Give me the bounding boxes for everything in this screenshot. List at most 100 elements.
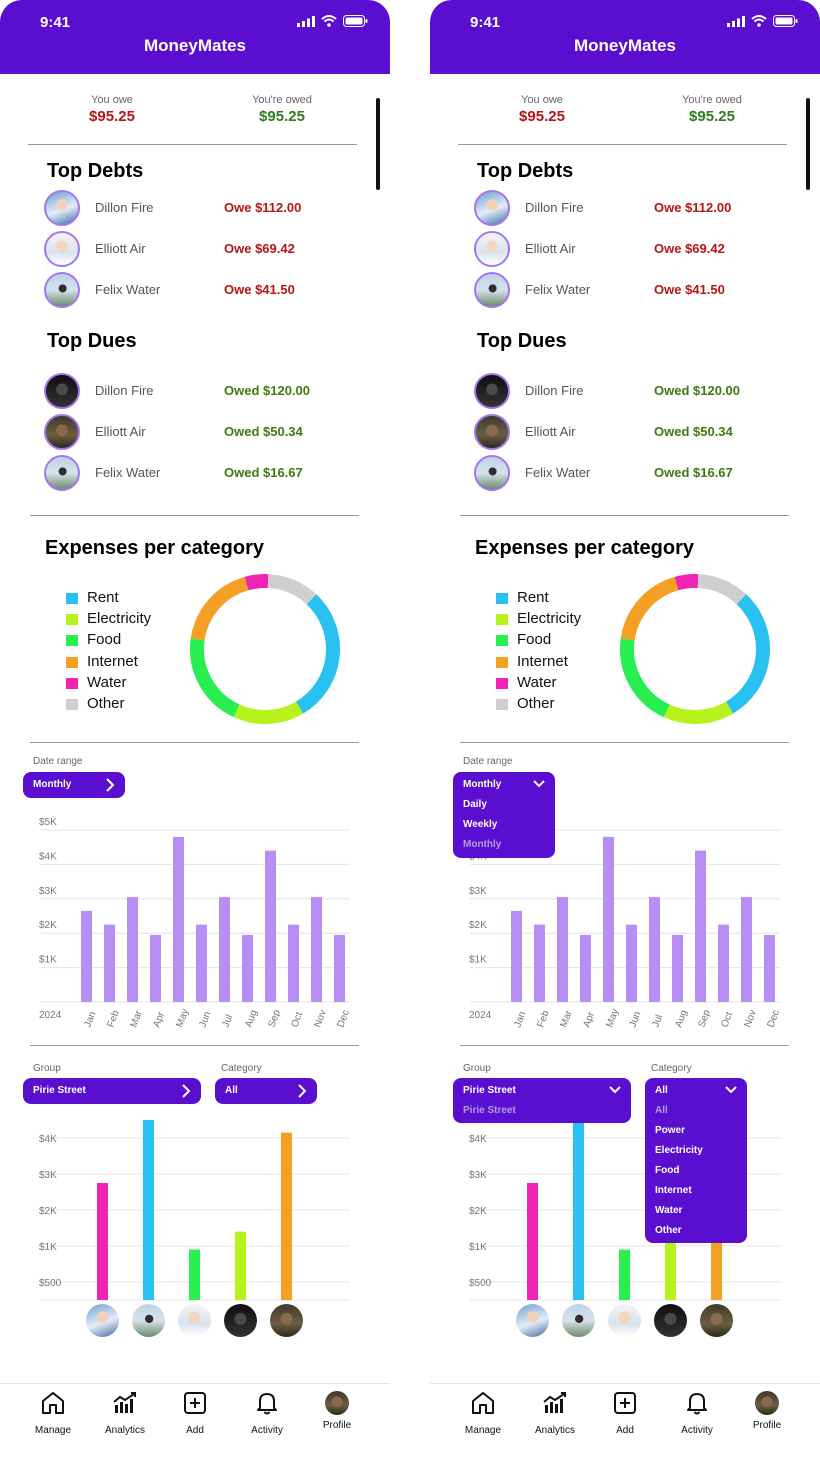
bar-apr <box>580 934 591 1002</box>
tab-manage[interactable]: Manage <box>448 1390 518 1436</box>
you-owe-value: $95.25 <box>519 108 565 125</box>
x-tick-label: Mar <box>128 1008 144 1029</box>
category-option[interactable]: Food <box>655 1165 679 1176</box>
due-row[interactable]: Dillon Fire Owed $120.00 <box>44 373 364 409</box>
bar-apr <box>150 934 161 1002</box>
group-value: Pirie Street <box>463 1085 516 1096</box>
bar-may <box>603 836 614 1002</box>
due-row[interactable]: Elliott Air Owed $50.34 <box>474 414 794 450</box>
wifi-icon <box>321 15 337 27</box>
status-icons <box>727 15 798 27</box>
app-title: MoneyMates <box>143 36 247 55</box>
category-label: Category <box>221 1063 262 1074</box>
debt-amount: Owe $69.42 <box>224 241 295 256</box>
category-value: All <box>655 1085 668 1096</box>
debt-name: Felix Water <box>95 282 161 297</box>
category-option[interactable]: Water <box>655 1205 682 1216</box>
category-option[interactable]: Power <box>655 1125 685 1136</box>
category-dropdown[interactable]: All All Power Electricity Food Internet Water O… <box>645 1078 747 1243</box>
legend-swatch <box>66 614 78 626</box>
debt-amount: Owe $41.50 <box>654 282 725 297</box>
scrollbar[interactable] <box>376 98 380 190</box>
category-option[interactable]: Electricity <box>655 1145 703 1156</box>
y-tick-label: $4K <box>469 1134 487 1145</box>
date-range-select[interactable]: Monthly <box>23 772 125 798</box>
tab-analytics[interactable]: Analytics <box>90 1390 160 1436</box>
due-row[interactable]: Felix Water Owed $16.67 <box>474 455 794 491</box>
debt-row[interactable]: Felix Water Owe $41.50 <box>474 272 794 308</box>
chevron-down-icon <box>609 1086 621 1094</box>
debt-name: Dillon Fire <box>95 200 154 215</box>
tab-label: Manage <box>34 1425 72 1436</box>
tab-activity[interactable]: Activity <box>232 1390 302 1436</box>
x-tick-label: Dec <box>765 1009 781 1029</box>
donut-slice-other <box>267 574 317 605</box>
due-row[interactable]: Felix Water Owed $16.67 <box>44 455 364 491</box>
profile-avatar <box>325 1391 349 1415</box>
bar-jan <box>81 910 92 1002</box>
tab-activity[interactable]: Activity <box>662 1390 732 1436</box>
y-tick-label: $3K <box>469 886 487 897</box>
due-row[interactable]: Elliott Air Owed $50.34 <box>44 414 364 450</box>
y-tick-label: $4K <box>39 851 57 862</box>
bar-dillon-fire <box>527 1183 538 1300</box>
scrollbar[interactable] <box>806 98 810 190</box>
tab-profile[interactable]: Profile <box>302 1390 372 1431</box>
donut-slice-rent <box>295 594 340 714</box>
category-option[interactable]: Other <box>655 1225 682 1236</box>
due-name: Dillon Fire <box>525 383 584 398</box>
bar-felix-water <box>143 1120 154 1300</box>
group-select[interactable]: Pirie Street <box>23 1078 201 1104</box>
bell-icon <box>257 1393 277 1415</box>
debt-row[interactable]: Elliott Air Owe $69.42 <box>474 231 794 267</box>
debt-name: Elliott Air <box>525 241 576 256</box>
y-tick-label: $500 <box>469 1278 492 1289</box>
x-tick-label: Feb <box>535 1009 551 1029</box>
legend-swatch <box>66 656 78 668</box>
legend-label: Internet <box>87 652 138 670</box>
phone-screen-default: 9:41 MoneyMates You owe $95.25 You're ow… <box>0 0 390 1459</box>
debt-row[interactable]: Elliott Air Owe $69.42 <box>44 231 364 267</box>
x-tick-label: Feb <box>105 1009 121 1029</box>
tab-add[interactable]: Add <box>590 1390 660 1436</box>
tab-manage[interactable]: Manage <box>18 1390 88 1436</box>
home-icon <box>42 1392 64 1414</box>
y-tick-label: $3K <box>469 1170 487 1181</box>
tab-analytics[interactable]: Analytics <box>520 1390 590 1436</box>
analytics-icon <box>543 1392 566 1413</box>
x-tick-label: Jul <box>650 1013 665 1029</box>
divider <box>460 515 789 516</box>
x-tick-label: Aug <box>673 1009 689 1029</box>
member-avatar <box>562 1304 595 1337</box>
tab-add[interactable]: Add <box>160 1390 230 1436</box>
tab-profile[interactable]: Profile <box>732 1390 802 1431</box>
date-range-option[interactable]: Weekly <box>463 819 497 830</box>
you-owe-summary: You owe $95.25 <box>42 94 182 125</box>
date-range-dropdown[interactable]: Monthly Daily Weekly Monthly <box>453 772 555 858</box>
tab-label: Profile <box>322 1420 352 1431</box>
x-tick-label: Jul <box>220 1013 235 1029</box>
date-range-option[interactable]: Monthly <box>463 839 501 850</box>
date-range-option[interactable]: Daily <box>463 799 487 810</box>
debt-row[interactable]: Dillon Fire Owe $112.00 <box>474 190 794 226</box>
y-tick-label: $1K <box>469 955 487 966</box>
category-select[interactable]: All <box>215 1078 317 1104</box>
category-option[interactable]: All <box>655 1105 668 1116</box>
date-range-value: Monthly <box>463 779 502 790</box>
group-dropdown[interactable]: Pirie Street Pirie Street <box>453 1078 631 1123</box>
bar-sep <box>265 850 276 1002</box>
debt-row[interactable]: Dillon Fire Owe $112.00 <box>44 190 364 226</box>
group-option[interactable]: Pirie Street <box>463 1105 516 1116</box>
debt-row[interactable]: Felix Water Owe $41.50 <box>44 272 364 308</box>
battery-icon <box>773 15 798 27</box>
x-tick-label: Oct <box>289 1010 305 1029</box>
avatar <box>474 190 510 226</box>
x-axis-caption: 2024 <box>469 1010 492 1021</box>
x-tick-label: May <box>174 1007 191 1029</box>
bar-jul <box>219 897 230 1002</box>
legend-label: Water <box>517 673 557 691</box>
category-option[interactable]: Internet <box>655 1185 692 1196</box>
due-row[interactable]: Dillon Fire Owed $120.00 <box>474 373 794 409</box>
x-tick-label: Mar <box>558 1008 574 1029</box>
x-tick-label: Nov <box>742 1009 758 1029</box>
